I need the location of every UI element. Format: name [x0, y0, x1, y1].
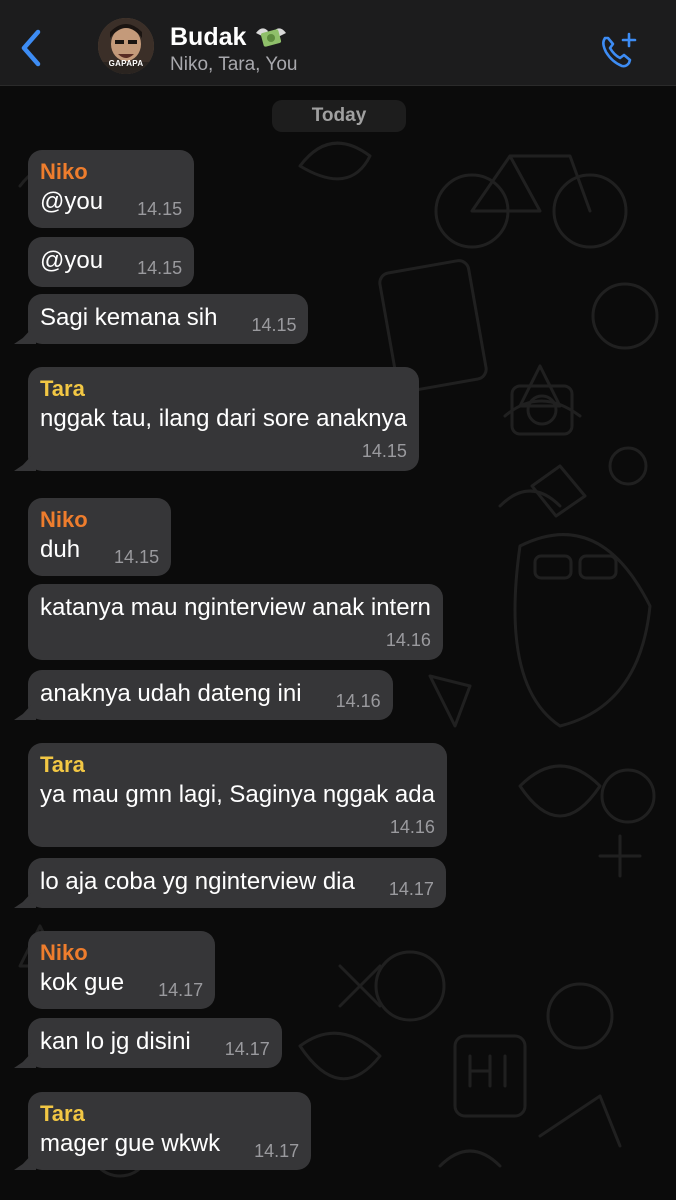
sender-name: Tara	[40, 752, 85, 777]
sender-name: Niko	[40, 507, 88, 532]
chat-participants: Niko, Tara, You	[170, 54, 298, 75]
chat-title: Budak	[170, 23, 247, 51]
chat-header: GAPAPA Budak Niko, Tara, You	[0, 0, 676, 86]
message-bubble[interactable]: Sagi kemana sih 14.15	[28, 294, 309, 344]
sender-name: Tara	[40, 1101, 85, 1126]
message-text: Sagi kemana sih	[40, 304, 218, 331]
message-time: 14.15	[137, 199, 183, 219]
message-bubble[interactable]: Niko duh 14.15	[28, 498, 172, 576]
message-bubble[interactable]: lo aja coba yg nginterview dia 14.17	[28, 858, 446, 908]
message-bubble[interactable]: Tara nggak tau, ilang dari sore anaknya …	[28, 367, 419, 471]
message-time: 14.15	[137, 258, 183, 278]
message-text: nggak tau, ilang dari sore anaknya	[40, 405, 407, 432]
message-time: 14.16	[335, 691, 381, 711]
message-bubble[interactable]: Niko @you 14.15	[28, 150, 195, 228]
chat-title-area[interactable]: Budak Niko, Tara, You	[170, 22, 297, 76]
message-bubble[interactable]: anaknya udah dateng ini 14.16	[28, 670, 393, 720]
message-text: duh	[40, 536, 81, 563]
message-text: mager gue wkwk	[40, 1130, 221, 1157]
message-text: @you	[40, 188, 104, 215]
add-call-icon	[602, 32, 637, 68]
message-time: 14.16	[389, 817, 435, 837]
message-bubble[interactable]: Niko kok gue 14.17	[28, 931, 216, 1009]
message-time: 14.16	[385, 630, 431, 650]
message-time: 14.15	[251, 315, 297, 335]
message-time: 14.17	[158, 980, 204, 1000]
message-bubble[interactable]: Tara mager gue wkwk 14.17	[28, 1092, 312, 1170]
message-bubble[interactable]: @you 14.15	[28, 237, 195, 287]
sender-name: Tara	[40, 376, 85, 401]
add-call-button[interactable]	[596, 30, 640, 70]
message-time: 14.17	[254, 1141, 300, 1161]
message-bubble[interactable]: Tara ya mau gmn lagi, Saginya nggak ada …	[28, 743, 447, 847]
back-button[interactable]	[14, 26, 50, 70]
sender-name: Niko	[40, 940, 88, 965]
message-text: katanya mau nginterview anak intern	[40, 594, 431, 621]
chat-area[interactable]: Today Niko @you 14.15 @you 14.15 Sagi ke…	[0, 86, 676, 1200]
message-time: 14.17	[388, 879, 434, 899]
message-text: anaknya udah dateng ini	[40, 680, 302, 707]
message-text: kan lo jg disini	[40, 1028, 191, 1055]
message-bubble[interactable]: katanya mau nginterview anak intern 14.1…	[28, 584, 443, 660]
date-separator: Today	[272, 100, 406, 132]
message-time: 14.15	[114, 547, 160, 567]
sender-name: Niko	[40, 159, 88, 184]
money-with-wings-icon	[256, 28, 287, 47]
avatar[interactable]: GAPAPA	[98, 18, 154, 74]
message-text: ya mau gmn lagi, Saginya nggak ada	[40, 781, 435, 808]
avatar-tag: GAPAPA	[108, 59, 144, 68]
message-text: lo aja coba yg nginterview dia	[40, 868, 355, 895]
message-time: 14.15	[361, 441, 407, 461]
chevron-left-icon	[21, 29, 41, 67]
message-bubble[interactable]: kan lo jg disini 14.17	[28, 1018, 282, 1068]
message-text: kok gue	[40, 969, 125, 996]
message-text: @you	[40, 247, 104, 274]
message-time: 14.17	[224, 1039, 270, 1059]
